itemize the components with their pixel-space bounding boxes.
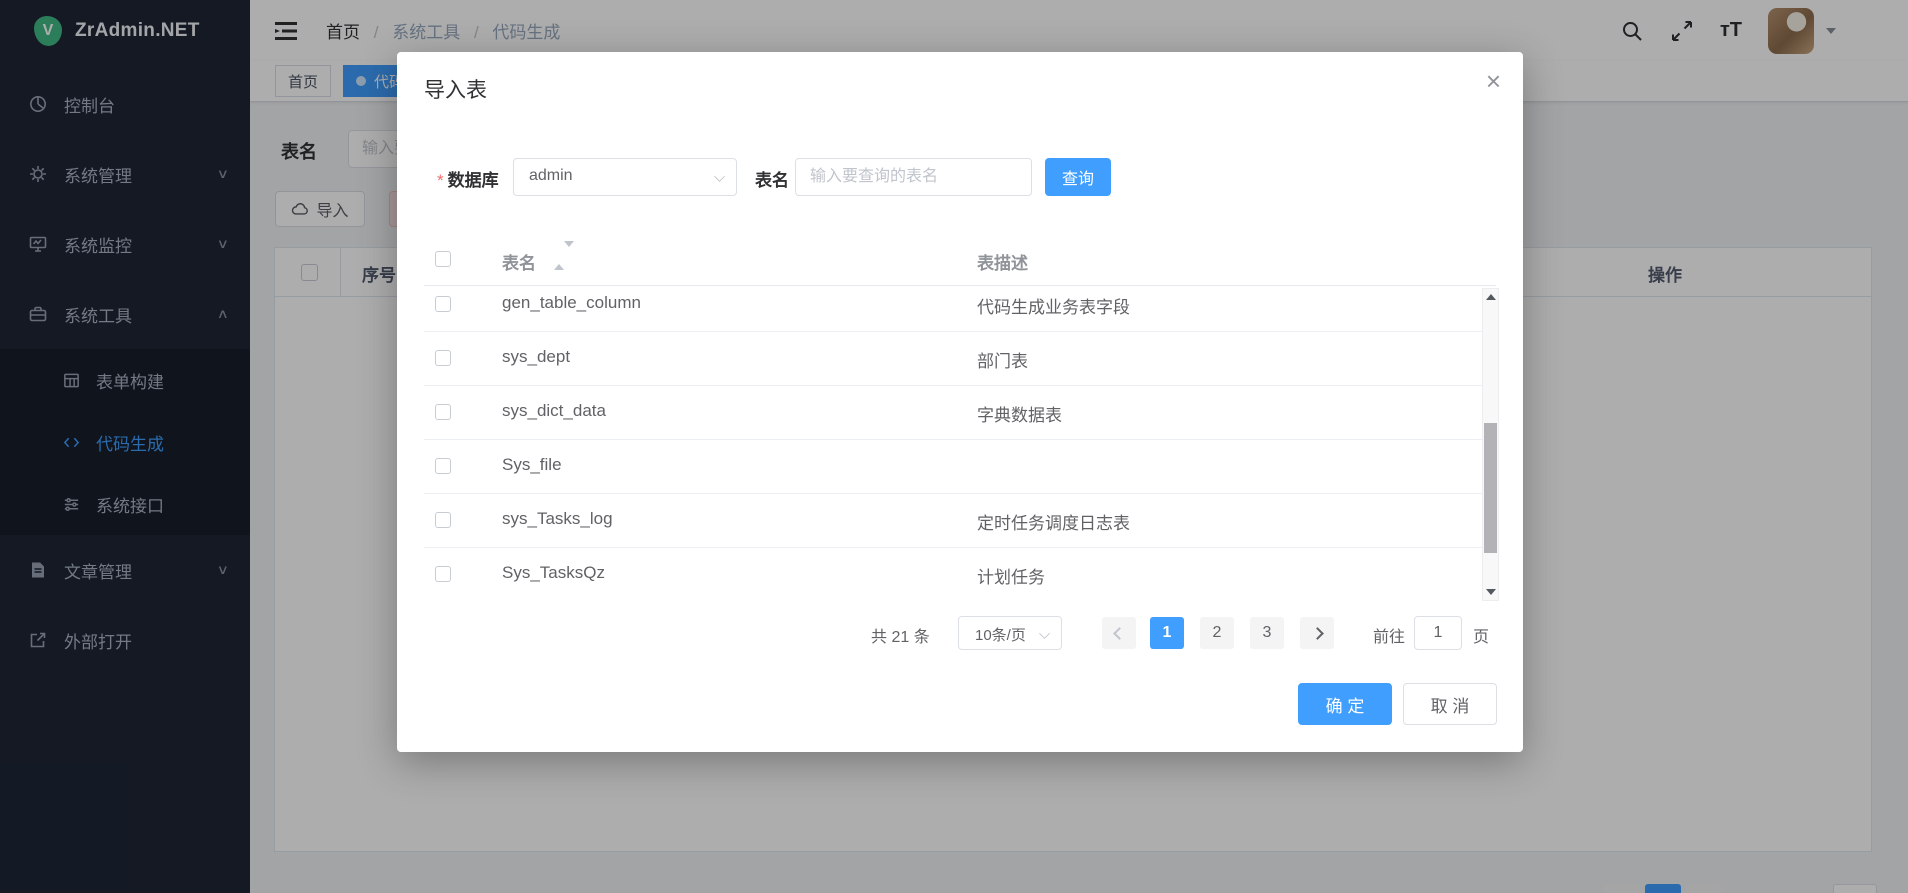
required-mark: * xyxy=(437,171,444,190)
chevron-down-icon xyxy=(1039,628,1050,639)
page-button-2[interactable]: 2 xyxy=(1200,617,1234,649)
cancel-button[interactable]: 取 消 xyxy=(1403,683,1497,725)
dialog-title: 导入表 xyxy=(424,74,487,104)
page-button-3[interactable]: 3 xyxy=(1250,617,1284,649)
database-label: *数据库 xyxy=(437,166,499,191)
table-row[interactable]: sys_Tasks_log 定时任务调度日志表 xyxy=(424,494,1482,548)
table-row[interactable]: sys_dept 部门表 xyxy=(424,332,1482,386)
table-row[interactable]: gen_table_column 代码生成业务表字段 xyxy=(424,286,1482,332)
table-scrollbar[interactable] xyxy=(1482,288,1499,601)
prev-page-button[interactable] xyxy=(1102,617,1136,649)
dialog-table-body: gen_table_column 代码生成业务表字段 sys_dept 部门表 … xyxy=(424,286,1482,601)
table-row[interactable]: Sys_file xyxy=(424,440,1482,494)
table-row[interactable]: sys_dict_data 字典数据表 xyxy=(424,386,1482,440)
column-header-table-name[interactable]: 表名 xyxy=(502,249,536,274)
column-header-table-desc: 表描述 xyxy=(977,249,1028,274)
database-select[interactable]: admin xyxy=(513,158,737,196)
pagination-total: 共 21 条 xyxy=(871,623,930,647)
dialog-search-form: *数据库 admin 表名 查询 xyxy=(397,158,1523,196)
scroll-up-arrow-icon[interactable] xyxy=(1486,294,1496,300)
page-button-1[interactable]: 1 xyxy=(1150,617,1184,649)
row-checkbox[interactable] xyxy=(435,350,451,366)
row-checkbox[interactable] xyxy=(435,404,451,420)
confirm-button[interactable]: 确 定 xyxy=(1298,683,1392,725)
table-name-label: 表名 xyxy=(755,166,789,191)
row-checkbox[interactable] xyxy=(435,512,451,528)
goto-page-input[interactable] xyxy=(1414,616,1462,650)
table-name-input[interactable] xyxy=(795,158,1032,196)
goto-suffix: 页 xyxy=(1473,623,1489,647)
chevron-left-icon xyxy=(1113,627,1126,640)
search-button[interactable]: 查询 xyxy=(1045,158,1111,196)
sort-caret-icon[interactable] xyxy=(554,247,564,265)
row-checkbox[interactable] xyxy=(435,458,451,474)
dialog-pagination: 共 21 条 10条/页 1 2 3 前往 页 xyxy=(397,614,1523,652)
chevron-down-icon xyxy=(714,171,725,182)
page-size-select[interactable]: 10条/页 xyxy=(958,616,1062,650)
chevron-right-icon xyxy=(1311,627,1324,640)
import-table-dialog: 导入表 × *数据库 admin 表名 查询 表名 表描述 gen_table_… xyxy=(397,52,1523,752)
select-all-checkbox[interactable] xyxy=(435,251,451,267)
dialog-table-header: 表名 表描述 xyxy=(424,235,1496,285)
next-page-button[interactable] xyxy=(1300,617,1334,649)
row-checkbox[interactable] xyxy=(435,296,451,312)
row-checkbox[interactable] xyxy=(435,566,451,582)
scrollbar-thumb[interactable] xyxy=(1484,423,1497,553)
scroll-down-arrow-icon[interactable] xyxy=(1486,589,1496,595)
table-row[interactable]: Sys_TasksQz 计划任务 xyxy=(424,548,1482,601)
close-icon[interactable]: × xyxy=(1486,68,1501,94)
goto-label: 前往 xyxy=(1373,623,1405,647)
